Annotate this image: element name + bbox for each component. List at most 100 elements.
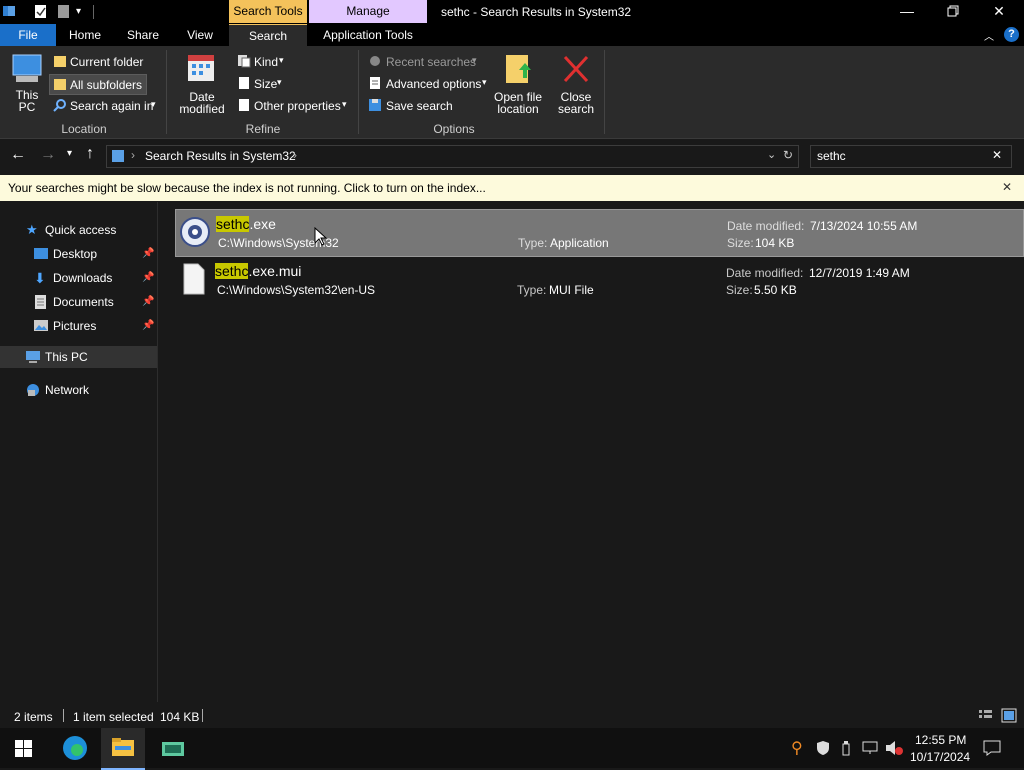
usb-device-icon[interactable] bbox=[841, 740, 851, 756]
clear-search-icon[interactable]: ✕ bbox=[992, 148, 1002, 162]
result-path: C:\Windows\System32\en-US bbox=[217, 283, 376, 297]
open-file-location-button[interactable]: Open file location bbox=[490, 52, 546, 118]
file-explorer-taskbar-button[interactable] bbox=[101, 728, 145, 770]
nav-item-this-pc[interactable]: This PC bbox=[0, 346, 157, 368]
forward-button[interactable]: → bbox=[40, 146, 56, 164]
back-arrow-icon: ← bbox=[10, 146, 26, 163]
shield-icon[interactable] bbox=[816, 740, 830, 756]
size-button[interactable]: Size ▾ bbox=[235, 74, 295, 93]
edge-browser-icon[interactable] bbox=[62, 735, 88, 761]
file-explorer-icon bbox=[112, 738, 134, 756]
result-type: Application bbox=[550, 236, 609, 250]
item-count: 2 items bbox=[14, 710, 53, 724]
search-input[interactable]: sethc bbox=[817, 149, 846, 163]
nav-item-downloads[interactable]: ⬇ Downloads 📌 bbox=[0, 267, 157, 289]
tab-view[interactable]: View bbox=[174, 24, 226, 46]
date-modified-button[interactable]: Date modified bbox=[172, 52, 232, 118]
breadcrumb-current[interactable]: Search Results in System32 bbox=[145, 149, 296, 163]
search-magnifier-icon[interactable]: ⚲ bbox=[791, 738, 803, 758]
refine-group-label: Refine bbox=[245, 122, 281, 136]
result-date-label: Date modified: bbox=[726, 266, 804, 280]
save-search-button[interactable]: Save search bbox=[366, 96, 456, 115]
pin-icon: 📌 bbox=[142, 272, 155, 283]
address-dropdown-icon[interactable]: ⌄ bbox=[767, 148, 776, 161]
advanced-options-button[interactable]: Advanced options ▾ bbox=[366, 74, 490, 93]
open-folder-icon bbox=[506, 55, 531, 83]
download-arrow-icon: ⬇ bbox=[34, 270, 46, 286]
save-icon bbox=[369, 99, 381, 111]
up-button[interactable]: ↑ bbox=[86, 145, 94, 163]
search-box[interactable]: sethc ✕ bbox=[810, 145, 1012, 168]
result-row[interactable]: sethc.exe.mui C:\Windows\System32\en-US … bbox=[175, 257, 1022, 303]
address-bar[interactable]: › Search Results in System32 › ⌄ ↻ bbox=[106, 145, 799, 168]
refresh-icon[interactable]: ↻ bbox=[783, 148, 793, 162]
subfolders-icon bbox=[54, 79, 66, 90]
volume-muted-icon[interactable] bbox=[885, 740, 903, 756]
close-window-button[interactable]: ✕ bbox=[976, 0, 1022, 22]
result-row[interactable]: sethc.exe C:\Windows\System32 Type: Appl… bbox=[175, 209, 1024, 257]
network-status-icon[interactable] bbox=[862, 741, 878, 755]
application-icon bbox=[180, 217, 210, 247]
computer-icon bbox=[26, 351, 40, 363]
index-info-bar[interactable]: Your searches might be slow because the … bbox=[0, 175, 1024, 201]
tab-application-tools[interactable]: Application Tools bbox=[309, 24, 427, 46]
result-name-rest: exe bbox=[253, 216, 276, 232]
result-name-rest: exe.mui bbox=[252, 263, 302, 279]
window-title: sethc - Search Results in System32 bbox=[441, 5, 632, 19]
ribbon-group-divider bbox=[358, 50, 359, 134]
new-folder-icon[interactable] bbox=[57, 4, 70, 19]
dropdown-arrow-icon: ▾ bbox=[472, 55, 477, 65]
help-icon[interactable]: ? bbox=[1004, 27, 1019, 42]
tab-home[interactable]: Home bbox=[58, 24, 112, 46]
info-bar-message[interactable]: Your searches might be slow because the … bbox=[8, 181, 486, 195]
this-pc-button[interactable]: This PC bbox=[8, 52, 46, 118]
back-button[interactable]: ← bbox=[10, 146, 26, 164]
explorer-app-icon bbox=[2, 4, 16, 18]
pane-divider[interactable] bbox=[157, 202, 158, 702]
nav-item-quick-access[interactable]: ★ Quick access bbox=[0, 219, 157, 241]
minimize-button[interactable]: — bbox=[884, 0, 930, 22]
result-name[interactable]: sethc.exe.mui bbox=[215, 263, 301, 279]
close-search-button[interactable]: Close search bbox=[553, 52, 599, 118]
details-view-icon[interactable] bbox=[978, 709, 993, 722]
windows-start-icon[interactable] bbox=[15, 740, 33, 758]
result-size: 5.50 KB bbox=[754, 283, 797, 297]
restore-button[interactable] bbox=[930, 0, 976, 22]
pin-icon: 📌 bbox=[142, 296, 155, 307]
nav-item-documents[interactable]: Documents 📌 bbox=[0, 291, 157, 313]
breadcrumb-separator: › bbox=[131, 148, 135, 162]
recent-locations-button[interactable]: ▾ bbox=[67, 148, 72, 159]
tab-share[interactable]: Share bbox=[116, 24, 170, 46]
collapse-ribbon-icon[interactable]: ︿ bbox=[984, 28, 994, 43]
other-properties-button[interactable]: Other properties ▾ bbox=[235, 96, 353, 115]
nav-item-label: Desktop bbox=[53, 247, 98, 261]
notification-center-icon[interactable] bbox=[983, 740, 1001, 756]
context-tab-search-tools: Search Tools bbox=[229, 0, 307, 23]
result-name[interactable]: sethc.exe bbox=[216, 216, 276, 232]
screen-recorder-icon[interactable] bbox=[161, 736, 185, 758]
result-type: MUI File bbox=[549, 283, 594, 297]
clock-date[interactable]: 10/17/2024 bbox=[910, 750, 970, 764]
kind-button[interactable]: Kind ▾ bbox=[235, 52, 295, 71]
result-date: 7/13/2024 10:55 AM bbox=[810, 219, 918, 233]
nav-item-network[interactable]: Network bbox=[0, 379, 157, 401]
close-icon: ✕ bbox=[993, 3, 1005, 19]
recent-searches-button[interactable]: Recent searches ▾ bbox=[366, 52, 481, 71]
properties-icon[interactable] bbox=[34, 4, 48, 19]
search-again-in-button[interactable]: Search again in ▾ bbox=[50, 96, 162, 115]
qat-customize-icon[interactable]: ▾ bbox=[76, 6, 86, 18]
large-icons-view-icon[interactable] bbox=[1001, 708, 1017, 723]
date-modified-label-2: modified bbox=[179, 102, 225, 116]
current-folder-button[interactable]: Current folder bbox=[50, 52, 162, 71]
advanced-options-label: Advanced options bbox=[386, 77, 482, 91]
taskbar: ⚲ 12:55 PM 10/17/2024 bbox=[0, 728, 1024, 770]
tab-search[interactable]: Search bbox=[229, 24, 307, 47]
nav-item-pictures[interactable]: Pictures 📌 bbox=[0, 315, 157, 337]
all-subfolders-button[interactable]: All subfolders bbox=[49, 74, 147, 95]
tab-file[interactable]: File bbox=[0, 24, 56, 46]
info-bar-close-icon[interactable]: ✕ bbox=[1002, 180, 1012, 194]
nav-item-desktop[interactable]: Desktop 📌 bbox=[0, 243, 157, 265]
status-divider bbox=[202, 709, 203, 722]
clock-time[interactable]: 12:55 PM bbox=[915, 733, 966, 747]
folder-icon bbox=[54, 56, 66, 67]
